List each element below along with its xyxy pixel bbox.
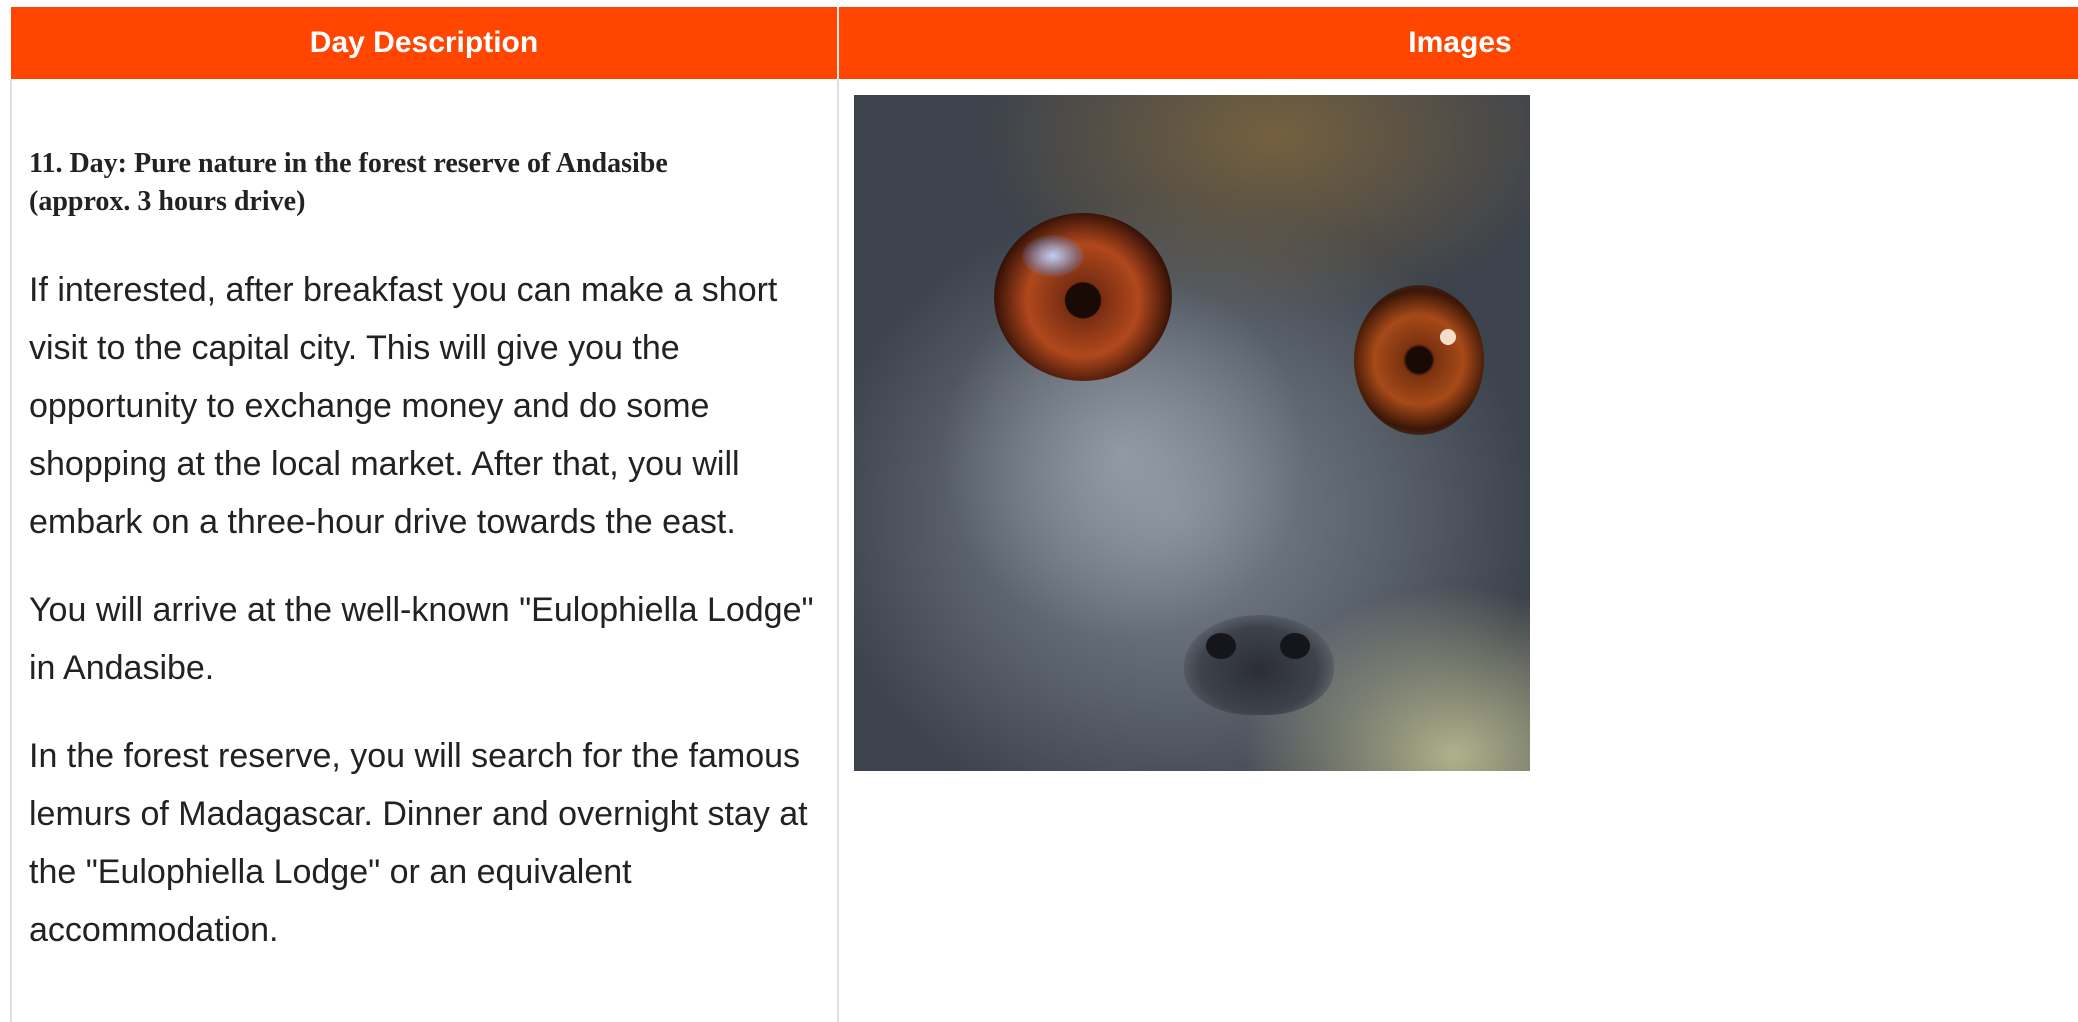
photo-nostril-left — [1206, 633, 1236, 659]
day-title: 11. Day: Pure nature in the forest reser… — [29, 145, 821, 221]
photo-nose — [1184, 615, 1334, 715]
lemur-photo[interactable] — [854, 95, 1530, 771]
page: Day Description Images 11. Day: Pure nat… — [0, 0, 2078, 1022]
photo-eye-reflection — [1022, 235, 1084, 277]
day-paragraph-2: You will arrive at the well-known "Eulop… — [29, 591, 814, 687]
day-title-line-1: 11. Day: Pure nature in the forest reser… — [29, 148, 668, 179]
day-description-cell: 11. Day: Pure nature in the forest reser… — [10, 79, 839, 1022]
photo-right-eye — [1354, 285, 1484, 435]
images-cell — [838, 79, 2078, 1022]
table-row: 11. Day: Pure nature in the forest reser… — [10, 79, 2078, 1022]
photo-nostril-right — [1280, 633, 1310, 659]
itinerary-table: Day Description Images 11. Day: Pure nat… — [10, 7, 2078, 1022]
photo-left-eye — [994, 213, 1172, 381]
header-day-description: Day Description — [11, 7, 839, 79]
photo-eye-glint — [1440, 329, 1456, 345]
day-title-line-2: (approx. 3 hours drive) — [29, 186, 306, 217]
table-header-row: Day Description Images — [11, 7, 2078, 79]
header-images: Images — [838, 7, 2078, 79]
day-paragraph-1: If interested, after breakfast you can m… — [29, 271, 778, 541]
day-paragraph-3: In the forest reserve, you will search f… — [29, 737, 808, 949]
